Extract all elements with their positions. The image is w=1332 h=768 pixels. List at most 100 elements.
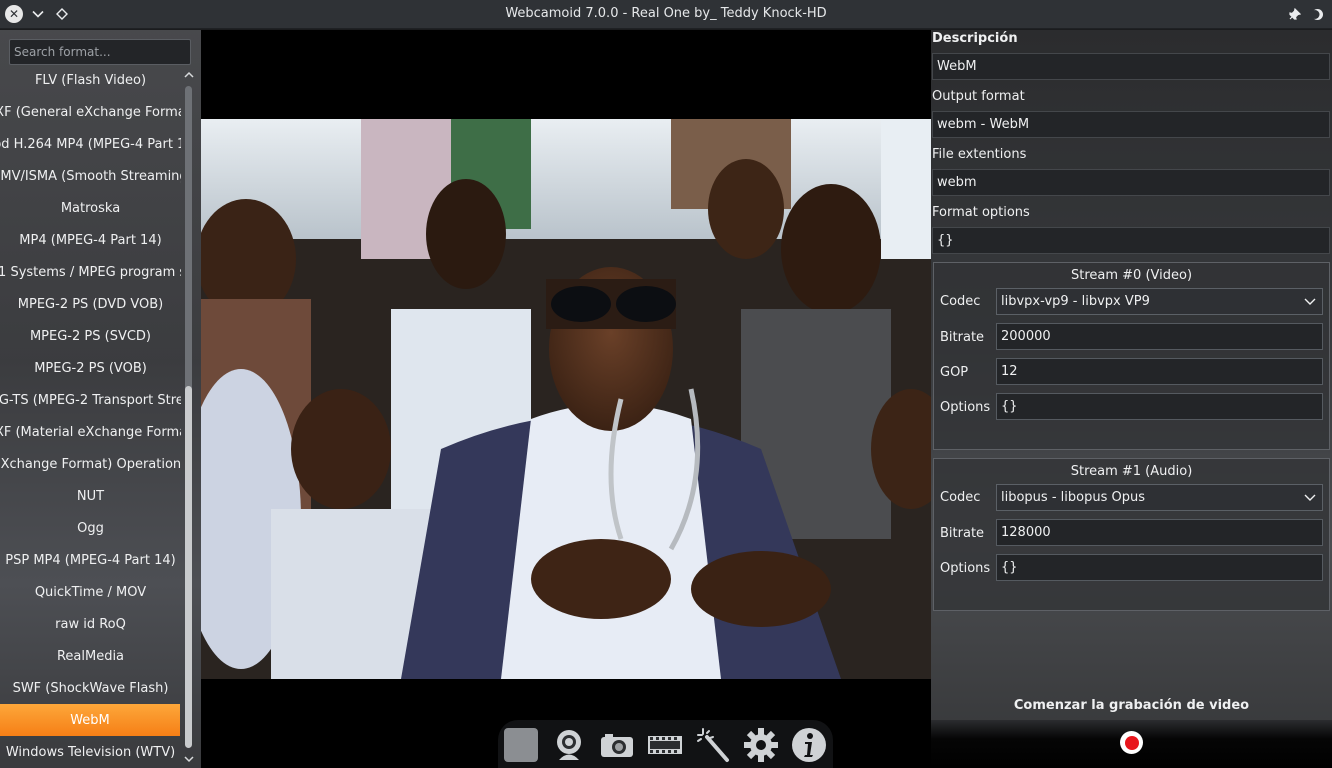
description-label: Descripción bbox=[932, 31, 1018, 46]
title-bar: ✕ Webcamoid 7.0.0 - Real One by_ Teddy K… bbox=[0, 0, 1332, 29]
file-extensions-label: File extentions bbox=[932, 147, 1027, 162]
format-item-label: raw id RoQ bbox=[55, 616, 126, 632]
format-item-label: ISMV/ISMA (Smooth Streaming) bbox=[0, 168, 181, 184]
stream-title: Stream #1 (Audio) bbox=[1070, 464, 1193, 479]
format-item[interactable]: MP4 (MPEG-4 Part 14) bbox=[0, 224, 181, 256]
format-item[interactable]: FLV (Flash Video) bbox=[0, 64, 181, 96]
format-item[interactable]: Matroska bbox=[0, 192, 181, 224]
format-item-label: MXF (Material eXchange Format) Operation… bbox=[0, 456, 181, 472]
format-item-label: Matroska bbox=[60, 200, 121, 216]
chevron-down-icon bbox=[1304, 494, 1316, 501]
format-item-label: GXF (General eXchange Format) bbox=[0, 104, 181, 120]
format-item-label: MPEG-2 PS (VOB) bbox=[34, 360, 147, 376]
record-button[interactable] bbox=[1120, 731, 1143, 754]
bitrate-label: Bitrate bbox=[940, 330, 985, 345]
audio-stream-box: Stream #1 (Audio) Codec libopus - libopu… bbox=[933, 458, 1330, 611]
format-item[interactable]: QuickTime / MOV bbox=[0, 576, 181, 608]
video-codec-value: libvpx-vp9 - libvpx VP9 bbox=[1001, 294, 1150, 309]
format-item[interactable]: PSP MP4 (MPEG-4 Part 14) bbox=[0, 544, 181, 576]
format-item[interactable]: Ogg bbox=[0, 512, 181, 544]
bottom-toolbar bbox=[498, 720, 833, 768]
magic-wand-icon[interactable] bbox=[694, 726, 732, 764]
output-format-label: Output format bbox=[932, 89, 1025, 104]
format-item[interactable]: WebM bbox=[0, 704, 180, 736]
format-item-label: iPod H.264 MP4 (MPEG-4 Part 14) bbox=[0, 136, 181, 152]
file-extensions-field[interactable]: webm bbox=[932, 169, 1330, 196]
format-item[interactable]: RealMedia bbox=[0, 640, 181, 672]
format-item-label: QuickTime / MOV bbox=[34, 584, 147, 600]
format-item-label: NUT bbox=[76, 488, 105, 504]
audio-bitrate-field[interactable]: 128000 bbox=[996, 519, 1323, 546]
format-item-label: MPEG-2 PS (SVCD) bbox=[29, 328, 152, 344]
format-item[interactable]: NUT bbox=[0, 480, 181, 512]
format-item[interactable]: MPEG-2 PS (SVCD) bbox=[0, 320, 181, 352]
stream-title: Stream #0 (Video) bbox=[1070, 268, 1193, 283]
stop-icon[interactable] bbox=[502, 726, 540, 764]
format-item[interactable]: GXF (General eXchange Format) bbox=[0, 96, 181, 128]
search-format-input[interactable] bbox=[9, 39, 191, 65]
format-list: FLV (Flash Video) GXF (General eXchange F… bbox=[0, 64, 181, 768]
format-item-label: PSP MP4 (MPEG-4 Part 14) bbox=[5, 552, 176, 568]
format-options-label: Format options bbox=[932, 205, 1030, 220]
gear-icon[interactable] bbox=[742, 726, 780, 764]
chevron-down-icon bbox=[1304, 298, 1316, 305]
format-item[interactable]: MXF (Material eXchange Format) bbox=[0, 416, 181, 448]
record-icon bbox=[1124, 735, 1139, 750]
webcam-icon[interactable] bbox=[550, 726, 588, 764]
gop-label: GOP bbox=[940, 365, 969, 380]
format-item[interactable]: MPEG-2 PS (VOB) bbox=[0, 352, 181, 384]
record-label: Comenzar la grabación de video bbox=[1013, 698, 1250, 713]
format-item-label: Windows Television (WTV) bbox=[5, 744, 176, 760]
video-stream-box: Stream #0 (Video) Codec libvpx-vp9 - lib… bbox=[933, 262, 1330, 450]
video-preview bbox=[201, 30, 931, 768]
format-item[interactable]: iPod H.264 MP4 (MPEG-4 Part 14) bbox=[0, 128, 181, 160]
options-label: Options bbox=[940, 400, 991, 415]
format-item[interactable]: MPEG-2 PS (DVD VOB) bbox=[0, 288, 181, 320]
format-settings-panel: Descripción WebM Output format webm - We… bbox=[931, 30, 1332, 768]
output-format-field[interactable]: webm - WebM bbox=[932, 111, 1330, 138]
format-item[interactable]: MXF (Material eXchange Format) Operation… bbox=[0, 448, 181, 480]
video-codec-select[interactable]: libvpx-vp9 - libvpx VP9 bbox=[996, 288, 1323, 315]
film-icon[interactable] bbox=[646, 726, 684, 764]
format-item[interactable]: SWF (ShockWave Flash) bbox=[0, 672, 181, 704]
video-frame-image bbox=[201, 119, 931, 679]
moon-icon[interactable] bbox=[1308, 5, 1326, 23]
scrollbar[interactable] bbox=[183, 68, 194, 768]
scroll-up-icon[interactable] bbox=[183, 68, 194, 82]
info-icon[interactable] bbox=[790, 726, 828, 764]
video-gop-field[interactable]: 12 bbox=[996, 358, 1323, 385]
codec-label: Codec bbox=[940, 294, 981, 309]
format-item-label: FLV (Flash Video) bbox=[34, 72, 147, 88]
format-item-label: RealMedia bbox=[56, 648, 125, 664]
format-sidebar: FLV (Flash Video) GXF (General eXchange F… bbox=[0, 30, 201, 768]
record-bar bbox=[931, 720, 1332, 768]
format-item-label: Ogg bbox=[77, 520, 104, 536]
format-item-label: MXF (Material eXchange Format) bbox=[0, 424, 181, 440]
pin-icon[interactable] bbox=[1285, 5, 1303, 23]
scroll-down-icon[interactable] bbox=[183, 752, 194, 766]
video-frame bbox=[201, 119, 931, 679]
camera-icon[interactable] bbox=[598, 726, 636, 764]
format-item[interactable]: raw id RoQ bbox=[0, 608, 181, 640]
audio-codec-value: libopus - libopus Opus bbox=[1001, 490, 1145, 505]
format-item-label: MPEG-TS (MPEG-2 Transport Stream) bbox=[0, 392, 181, 408]
format-item-label: MP4 (MPEG-4 Part 14) bbox=[19, 232, 162, 248]
format-item-label: MPEG-2 PS (DVD VOB) bbox=[17, 296, 164, 312]
format-item-label: SWF (ShockWave Flash) bbox=[12, 680, 169, 696]
format-item-label: WebM bbox=[70, 712, 110, 728]
format-options-field[interactable]: {} bbox=[932, 227, 1330, 254]
bitrate-label: Bitrate bbox=[940, 526, 985, 541]
options-label: Options bbox=[940, 561, 991, 576]
audio-codec-select[interactable]: libopus - libopus Opus bbox=[996, 484, 1323, 511]
format-item[interactable]: MPEG-TS (MPEG-2 Transport Stream) bbox=[0, 384, 181, 416]
audio-options-field[interactable]: {} bbox=[996, 554, 1323, 581]
codec-label: Codec bbox=[940, 490, 981, 505]
video-bitrate-field[interactable]: 200000 bbox=[996, 323, 1323, 350]
description-field[interactable]: WebM bbox=[932, 53, 1330, 80]
video-options-field[interactable]: {} bbox=[996, 393, 1323, 420]
format-item[interactable]: ISMV/ISMA (Smooth Streaming) bbox=[0, 160, 181, 192]
format-item[interactable]: MPEG-1 Systems / MPEG program stream bbox=[0, 256, 181, 288]
format-item-label: MPEG-1 Systems / MPEG program stream bbox=[0, 264, 181, 280]
scroll-thumb[interactable] bbox=[185, 386, 192, 748]
format-item[interactable]: Windows Television (WTV) bbox=[0, 736, 181, 768]
